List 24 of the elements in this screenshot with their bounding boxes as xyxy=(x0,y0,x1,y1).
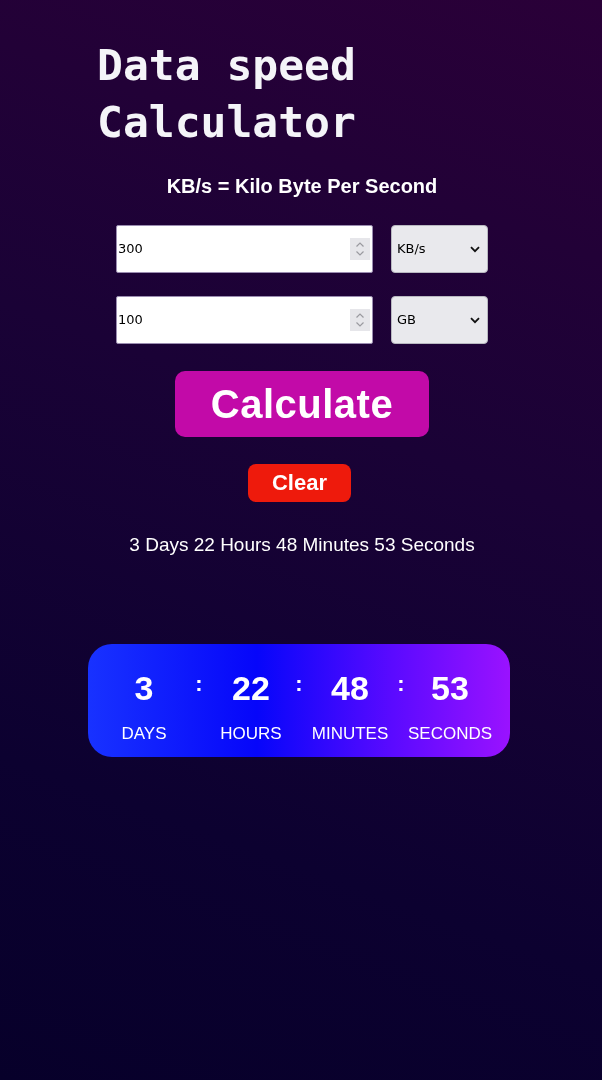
number-input[interactable]: 300 xyxy=(116,225,373,273)
countdown-label: HOURS xyxy=(220,724,282,744)
countdown-number: 3 xyxy=(134,668,154,708)
unit-select[interactable]: KB/s xyxy=(391,225,488,273)
spinner-icon[interactable] xyxy=(350,309,370,331)
result-text: 3 Days 22 Hours 48 Minutes 53 Seconds xyxy=(128,533,476,557)
countdown-number: 48 xyxy=(331,668,369,708)
countdown-number: 53 xyxy=(431,668,469,708)
countdown-number: 22 xyxy=(232,668,270,708)
countdown-label: SECONDS xyxy=(407,724,493,744)
countdown-label: DAYS xyxy=(121,724,167,744)
colon-separator: : xyxy=(397,672,405,696)
calculate-button[interactable]: Calculate xyxy=(175,371,429,437)
clear-button[interactable]: Clear xyxy=(248,464,351,502)
page-title: Data speed Calculator xyxy=(97,39,357,149)
spinner-icon[interactable] xyxy=(350,238,370,260)
colon-separator: : xyxy=(295,672,303,696)
chevron-down-icon xyxy=(470,316,480,324)
number-input[interactable]: 100 xyxy=(116,296,373,344)
unit-select[interactable]: GB xyxy=(391,296,488,344)
subtitle: KB/s = Kilo Byte Per Second xyxy=(165,174,439,198)
colon-separator: : xyxy=(195,672,203,696)
countdown-label: MINUTES xyxy=(311,724,389,744)
chevron-down-icon xyxy=(470,245,480,253)
